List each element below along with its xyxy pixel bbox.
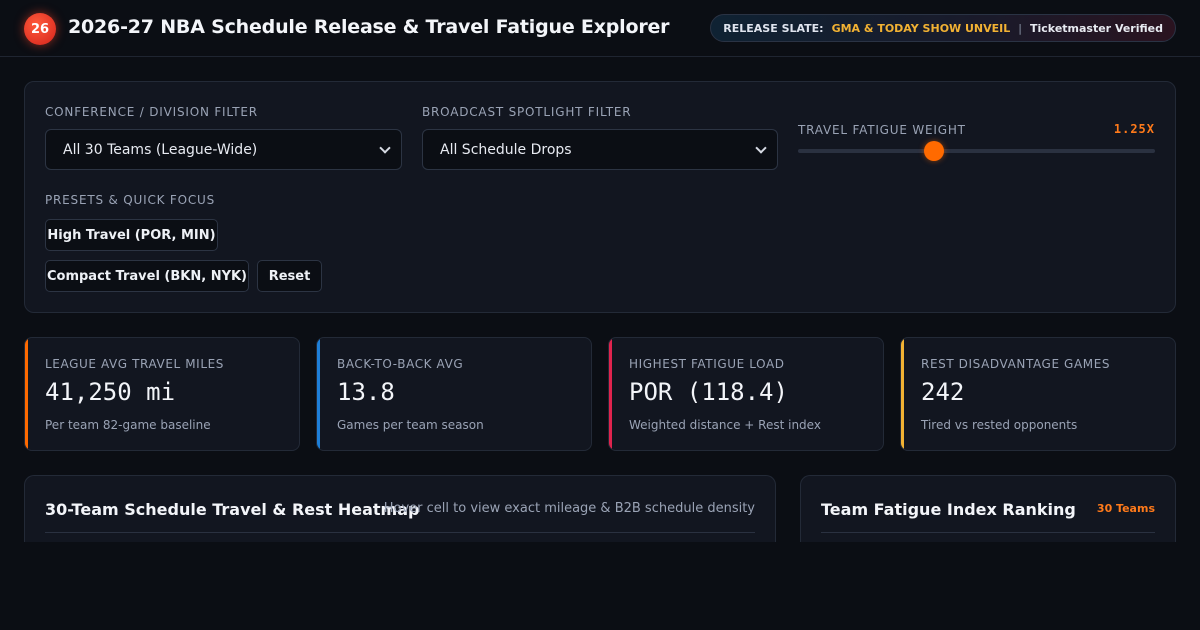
heatmap-panel-title: 30-Team Schedule Travel & Rest Heatmap xyxy=(45,500,420,519)
filter-panel: CONFERENCE / DIVISION FILTER All 30 Team… xyxy=(24,81,1176,313)
heatmap-panel-hint: Hover cell to view exact mileage & B2B s… xyxy=(383,501,755,516)
kpi-value: POR (118.4) xyxy=(629,378,788,406)
team-count-badge: 30 Teams xyxy=(1096,502,1155,515)
kpi-accent-bar xyxy=(317,338,320,450)
broadcast-filter-value: All Schedule Drops xyxy=(440,141,572,158)
travel-weight-value: 1.25X xyxy=(1113,122,1155,136)
kpi-value: 242 xyxy=(921,378,965,406)
broadcast-filter-label: BROADCAST SPOTLIGHT FILTER xyxy=(422,105,632,119)
kpi-value: 41,250 mi xyxy=(45,378,176,406)
release-slate-value: GMA & TODAY SHOW UNVEIL xyxy=(831,21,1011,35)
kpi-card-rest-disadvantage: REST DISADVANTAGE GAMES 242 Tired vs res… xyxy=(900,337,1176,451)
chevron-down-icon xyxy=(379,142,391,154)
kpi-accent-bar xyxy=(609,338,612,450)
panel-divider xyxy=(821,532,1155,533)
travel-weight-slider[interactable] xyxy=(798,141,1155,161)
kpi-accent-bar xyxy=(901,338,904,450)
kpi-label: BACK-TO-BACK AVG xyxy=(337,357,464,371)
travel-weight-label: TRAVEL FATIGUE WEIGHT xyxy=(798,123,966,137)
kpi-label: REST DISADVANTAGE GAMES xyxy=(921,357,1111,371)
release-separator: | xyxy=(1018,21,1022,35)
conference-filter-label: CONFERENCE / DIVISION FILTER xyxy=(45,105,258,119)
reset-button[interactable]: Reset xyxy=(257,260,322,292)
slider-thumb[interactable] xyxy=(923,141,944,161)
logo-badge: 26 xyxy=(24,13,56,45)
kpi-label: HIGHEST FATIGUE LOAD xyxy=(629,357,785,371)
kpi-label: LEAGUE AVG TRAVEL MILES xyxy=(45,357,224,371)
kpi-card-back-to-back: BACK-TO-BACK AVG 13.8 Games per team sea… xyxy=(316,337,592,451)
ranking-panel-title: Team Fatigue Index Ranking xyxy=(821,500,1076,519)
ticketmaster-verified-label: Ticketmaster Verified xyxy=(1030,21,1163,35)
compact-travel-preset-button[interactable]: Compact Travel (BKN, NYK) xyxy=(45,260,249,292)
kpi-subtext: Games per team season xyxy=(337,418,484,432)
kpi-card-highest-fatigue: HIGHEST FATIGUE LOAD POR (118.4) Weighte… xyxy=(608,337,884,451)
kpi-value: 13.8 xyxy=(337,378,395,406)
panel-divider xyxy=(45,532,755,533)
chevron-down-icon xyxy=(755,142,767,154)
page-background xyxy=(0,542,1200,630)
release-slate-label: RELEASE SLATE: xyxy=(723,21,824,35)
presets-label: PRESETS & QUICK FOCUS xyxy=(45,193,216,207)
kpi-accent-bar xyxy=(25,338,28,450)
conference-filter-select[interactable]: All 30 Teams (League-Wide) xyxy=(45,129,402,170)
release-slate-pill: RELEASE SLATE: GMA & TODAY SHOW UNVEIL |… xyxy=(710,14,1176,42)
broadcast-filter-select[interactable]: All Schedule Drops xyxy=(422,129,778,170)
page-title: 2026-27 NBA Schedule Release & Travel Fa… xyxy=(68,16,670,38)
kpi-subtext: Weighted distance + Rest index xyxy=(629,418,821,432)
kpi-card-travel-miles: LEAGUE AVG TRAVEL MILES 41,250 mi Per te… xyxy=(24,337,300,451)
kpi-subtext: Per team 82-game baseline xyxy=(45,418,211,432)
app-header: 26 2026-27 NBA Schedule Release & Travel… xyxy=(0,0,1200,57)
conference-filter-value: All 30 Teams (League-Wide) xyxy=(63,141,258,158)
high-travel-preset-button[interactable]: High Travel (POR, MIN) xyxy=(45,219,218,251)
kpi-subtext: Tired vs rested opponents xyxy=(921,418,1078,432)
